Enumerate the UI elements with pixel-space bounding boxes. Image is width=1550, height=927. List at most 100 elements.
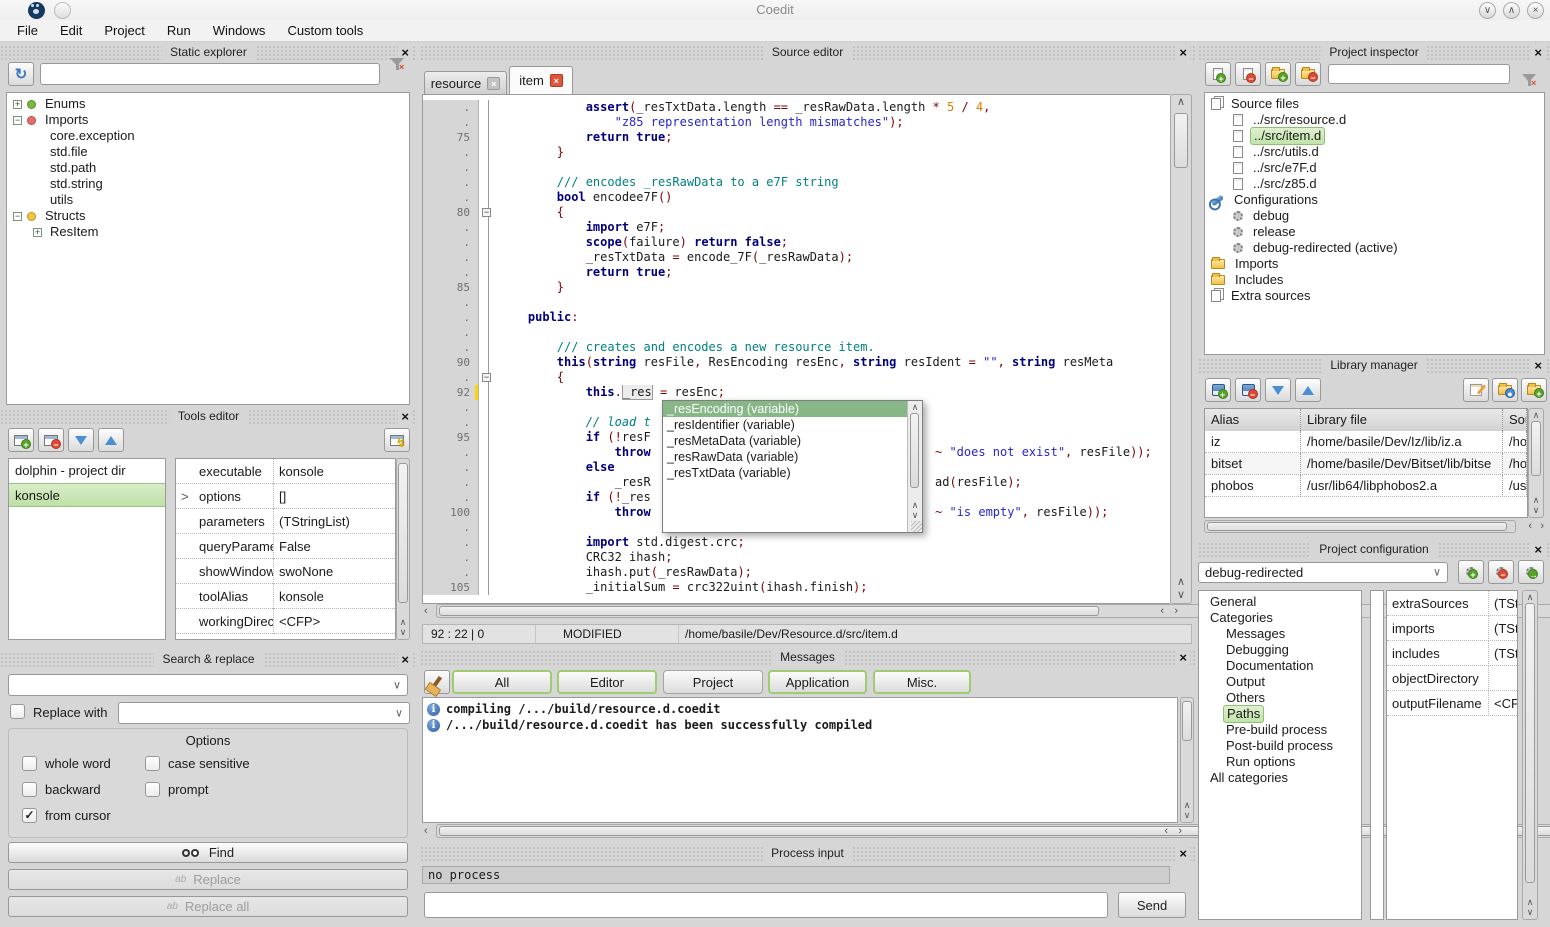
- process-input-field[interactable]: [424, 892, 1108, 918]
- property-row[interactable]: >options[]: [176, 484, 395, 509]
- tool-run-button[interactable]: ↯: [384, 428, 410, 452]
- property-row[interactable]: queryParametersFalse: [176, 534, 395, 559]
- code-line[interactable]: .: [423, 160, 1170, 175]
- whole-word-checkbox[interactable]: [22, 756, 37, 771]
- filter-application[interactable]: Application: [768, 670, 867, 694]
- filter-editor[interactable]: Editor: [557, 670, 657, 694]
- tool-remove-button[interactable]: −: [38, 428, 64, 452]
- library-hscrollbar[interactable]: ‹›: [1204, 520, 1548, 534]
- property-row[interactable]: outputFilename<CFP>: [1387, 691, 1517, 716]
- tool-add-button[interactable]: +: [8, 428, 34, 452]
- process-input-close-icon[interactable]: ×: [1176, 846, 1190, 861]
- prompt-checkbox[interactable]: [145, 782, 160, 797]
- lib-add-folder-button[interactable]: +: [1521, 378, 1547, 402]
- property-row[interactable]: workingDirectory<CFP>: [176, 609, 395, 634]
- filter-all[interactable]: All: [452, 670, 552, 694]
- code-line[interactable]: 75 return true;: [423, 130, 1170, 145]
- category-item[interactable]: Others: [1199, 690, 1361, 706]
- tool-list-item[interactable]: konsole: [9, 483, 165, 507]
- replace-input[interactable]: ∨: [118, 702, 410, 724]
- project-inspector-close-icon[interactable]: ×: [1531, 45, 1545, 60]
- menu-project[interactable]: Project: [93, 21, 155, 40]
- property-row[interactable]: objectDirectory: [1387, 666, 1517, 691]
- completion-vscrollbar[interactable]: ∧ ∧∨: [907, 401, 922, 532]
- property-value[interactable]: (TStringList): [1489, 646, 1517, 661]
- category-item[interactable]: Documentation: [1199, 658, 1361, 674]
- tree-item[interactable]: release: [1205, 224, 1544, 240]
- library-manager-close-icon[interactable]: ×: [1531, 358, 1545, 373]
- tools-grid-vscrollbar[interactable]: ∧∨: [396, 458, 410, 640]
- completion-item[interactable]: _resIdentifier (variable): [663, 417, 907, 433]
- messages-close-icon[interactable]: ×: [1176, 650, 1190, 665]
- tool-move-up-button[interactable]: [98, 428, 124, 452]
- window-close-button[interactable]: ×: [1527, 2, 1544, 19]
- tree-item[interactable]: std.string: [7, 176, 409, 192]
- completion-item[interactable]: _resRawData (variable): [663, 449, 907, 465]
- property-row[interactable]: imports(TStringList): [1387, 616, 1517, 641]
- property-value[interactable]: (TStringList): [274, 514, 395, 529]
- tree-item[interactable]: debug: [1205, 208, 1544, 224]
- replace-button[interactable]: abReplace: [8, 869, 408, 890]
- config-remove-button[interactable]: −: [1488, 560, 1514, 584]
- code-line[interactable]: . return true;: [423, 265, 1170, 280]
- property-value[interactable]: (TStringList): [1489, 621, 1517, 636]
- table-row[interactable]: iz/home/basile/Dev/Iz/lib/iz.a/ho: [1205, 431, 1527, 453]
- code-line[interactable]: . "z85 representation length mismatches"…: [423, 115, 1170, 130]
- add-source-button[interactable]: +: [1205, 62, 1231, 86]
- property-row[interactable]: extraSources(TStringList): [1387, 591, 1517, 616]
- tab-close-icon[interactable]: ×: [487, 77, 500, 90]
- library-vscrollbar[interactable]: ∧ ∧∨: [1528, 408, 1544, 518]
- messages-hscrollbar[interactable]: ‹ ‹›: [422, 824, 1194, 839]
- code-line[interactable]: . import e7F;: [423, 220, 1170, 235]
- configuration-vscrollbar[interactable]: ∧ ∧∨: [1522, 590, 1538, 920]
- property-row[interactable]: showWindowsswoNone: [176, 559, 395, 584]
- send-button[interactable]: Send: [1118, 892, 1186, 918]
- tree-item[interactable]: ../src/e7F.d: [1205, 160, 1544, 176]
- refresh-button[interactable]: ↻: [8, 62, 34, 86]
- property-value[interactable]: <CFP>: [274, 614, 395, 629]
- property-value[interactable]: False: [274, 539, 395, 554]
- code-line[interactable]: . }: [423, 145, 1170, 160]
- category-item[interactable]: Run options: [1199, 754, 1361, 770]
- search-input[interactable]: ∨: [8, 674, 408, 696]
- menu-edit[interactable]: Edit: [49, 21, 93, 40]
- code-line[interactable]: 80− {: [423, 205, 1170, 220]
- tree-item[interactable]: ../src/utils.d: [1205, 144, 1544, 160]
- menu-run[interactable]: Run: [156, 21, 202, 40]
- tree-item[interactable]: utils: [7, 192, 409, 208]
- table-row[interactable]: phobos/usr/lib64/libphobos2.a/us: [1205, 475, 1527, 497]
- category-item[interactable]: Output: [1199, 674, 1361, 690]
- tab-item[interactable]: item×: [509, 66, 573, 94]
- code-line[interactable]: . /// encodes _resRawData to a e7F strin…: [423, 175, 1170, 190]
- lib-edit-button[interactable]: [1463, 378, 1489, 402]
- menu-file[interactable]: File: [6, 21, 49, 40]
- expander-icon[interactable]: −: [13, 212, 22, 221]
- tree-item[interactable]: core.exception: [7, 128, 409, 144]
- code-line[interactable]: 90 this(string resFile, ResEncoding resE…: [423, 355, 1170, 370]
- configuration-selector[interactable]: debug-redirected ∨: [1198, 562, 1448, 583]
- window-minimize-button[interactable]: ∨: [1479, 2, 1496, 19]
- tree-item[interactable]: std.path: [7, 160, 409, 176]
- lib-move-down-button[interactable]: [1265, 378, 1291, 402]
- category-item[interactable]: Debugging: [1199, 642, 1361, 658]
- backward-checkbox[interactable]: [22, 782, 37, 797]
- code-line[interactable]: .: [423, 295, 1170, 310]
- menu-windows[interactable]: Windows: [202, 21, 277, 40]
- category-item[interactable]: Pre-build process: [1199, 722, 1361, 738]
- lib-add-button[interactable]: +: [1205, 378, 1231, 402]
- case-sensitive-checkbox[interactable]: [145, 756, 160, 771]
- code-line[interactable]: . scope(failure) return false;: [423, 235, 1170, 250]
- tree-item[interactable]: Source files: [1205, 96, 1544, 112]
- code-line[interactable]: . /// creates and encodes a new resource…: [423, 340, 1170, 355]
- remove-source-button[interactable]: −: [1235, 62, 1261, 86]
- window-maximize-button[interactable]: ∧: [1503, 2, 1520, 19]
- tree-item[interactable]: −Structs: [7, 208, 409, 224]
- search-replace-close-icon[interactable]: ×: [398, 652, 412, 667]
- fold-icon[interactable]: −: [482, 373, 491, 382]
- message-line[interactable]: i/.../build/resource.d.coedit has been s…: [423, 717, 1177, 733]
- category-item[interactable]: General: [1199, 594, 1361, 610]
- column-header[interactable]: Alias: [1205, 409, 1301, 431]
- lib-move-up-button[interactable]: [1295, 378, 1321, 402]
- tool-list-item[interactable]: dolphin - project dir: [9, 459, 165, 483]
- code-line[interactable]: .: [423, 325, 1170, 340]
